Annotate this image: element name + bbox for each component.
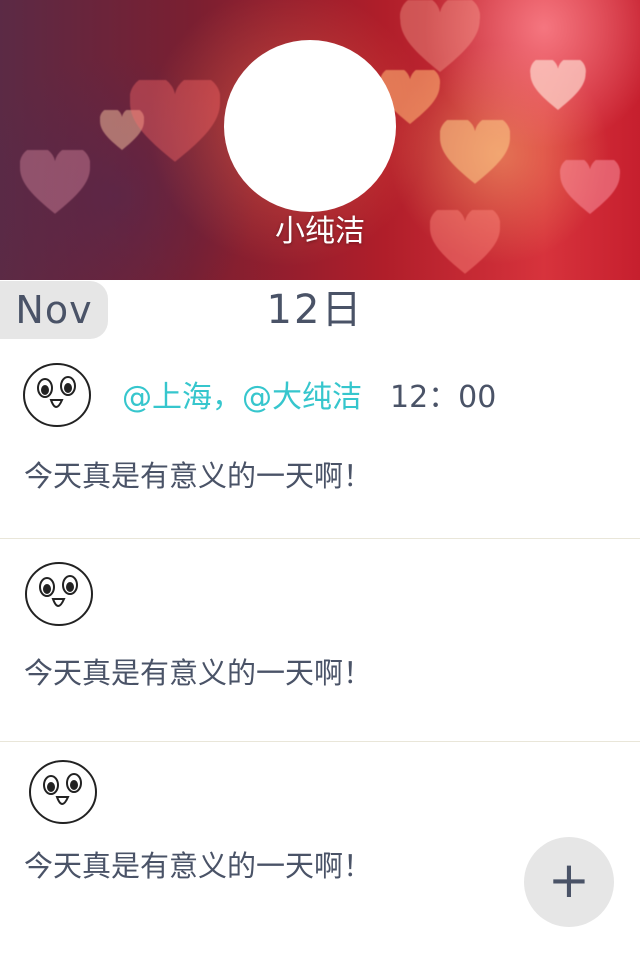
post-text: 今天真是有意义的一天啊！ (24, 656, 373, 690)
post-text: 今天真是有意义的一天啊！ (24, 849, 373, 883)
post-meta: @上海，@大纯洁 12：00 (122, 372, 497, 416)
heart-decoration-icon (440, 120, 510, 184)
profile-banner: 小纯洁 (0, 0, 640, 280)
heart-decoration-icon (400, 0, 480, 72)
profile-username: 小纯洁 (275, 214, 365, 249)
month-tab[interactable]: Nov (0, 281, 108, 339)
heart-decoration-icon (130, 80, 220, 162)
post-text: 今天真是有意义的一天啊！ (24, 459, 373, 493)
post-location-link[interactable]: @上海，@大纯洁 (122, 372, 362, 416)
timeline-post[interactable] (0, 539, 640, 742)
day-label: 12日 (266, 287, 364, 333)
heart-decoration-icon (20, 150, 90, 214)
profile-avatar[interactable] (224, 40, 396, 212)
heart-decoration-icon (560, 160, 620, 214)
cartoon-face-icon[interactable] (24, 561, 94, 627)
plus-icon: + (548, 851, 590, 909)
cartoon-face-icon[interactable] (28, 759, 98, 825)
timeline-post[interactable] (0, 340, 640, 539)
profile-page: 小纯洁 Nov 12日 @上海，@大纯洁 12：00 今天真是有意义的一天啊！ (0, 0, 640, 960)
heart-decoration-icon (530, 60, 586, 110)
post-time: 12：00 (390, 380, 497, 415)
cartoon-face-icon[interactable] (22, 362, 92, 428)
add-post-button[interactable]: + (524, 837, 614, 927)
